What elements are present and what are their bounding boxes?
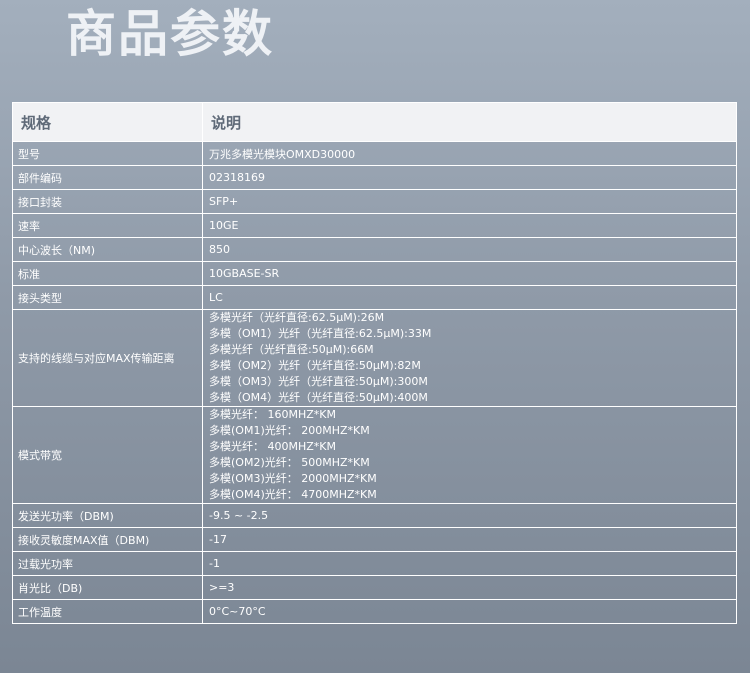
spec-table: 规格 说明 型号 万兆多模光模块OMXD30000 部件编码 02318169 … (12, 102, 737, 624)
row-label: 接头类型 (12, 285, 203, 310)
row-value: 10GBASE-SR (202, 261, 737, 286)
row-label: 型号 (12, 141, 203, 166)
value-line: 多模(OM4)光纤： 4700MHZ*KM (209, 488, 377, 501)
header-description: 说明 (202, 102, 737, 142)
row-value: 10GE (202, 213, 737, 238)
row-value: 0°C~70°C (202, 599, 737, 624)
table-row: 部件编码 02318169 (12, 165, 737, 190)
table-row: 发送光功率（DBM) -9.5 ~ -2.5 (12, 503, 737, 528)
row-value: 多模光纤： 160MHZ*KM 多模(OM1)光纤： 200MHZ*KM 多模光… (202, 406, 737, 504)
table-row: 接头类型 LC (12, 285, 737, 310)
row-label: 接收灵敏度MAX值（DBM) (12, 527, 203, 552)
value-line: 多模（OM4）光纤（光纤直径:50μM):400M (209, 391, 428, 404)
header-spec: 规格 (12, 102, 203, 142)
table-row: 型号 万兆多模光模块OMXD30000 (12, 141, 737, 166)
row-value: LC (202, 285, 737, 310)
page-title: 商品参数 (66, 5, 274, 63)
table-row: 中心波长（NM) 850 (12, 237, 737, 262)
table-row: 肖光比（DB) >=3 (12, 575, 737, 600)
value-line: 多模光纤（光纤直径:50μM):66M (209, 343, 374, 356)
table-row: 标准 10GBASE-SR (12, 261, 737, 286)
value-line: 多模(OM2)光纤： 500MHZ*KM (209, 456, 370, 469)
value-line: 多模光纤（光纤直径:62.5μM):26M (209, 311, 385, 324)
row-value: >=3 (202, 575, 737, 600)
row-label: 标准 (12, 261, 203, 286)
value-line: 多模（OM2）光纤（光纤直径:50μM):82M (209, 359, 421, 372)
value-line: 多模（OM1）光纤（光纤直径:62.5μM):33M (209, 327, 432, 340)
table-row: 工作温度 0°C~70°C (12, 599, 737, 624)
value-line: 多模（OM3）光纤（光纤直径:50μM):300M (209, 375, 428, 388)
row-label: 发送光功率（DBM) (12, 503, 203, 528)
table-row: 接收灵敏度MAX值（DBM) -17 (12, 527, 737, 552)
row-label: 支持的线缆与对应MAX传输距离 (12, 309, 203, 407)
row-value: 02318169 (202, 165, 737, 190)
table-row: 接口封装 SFP+ (12, 189, 737, 214)
row-label: 模式带宽 (12, 406, 203, 504)
table-row: 过载光功率 -1 (12, 551, 737, 576)
row-label: 速率 (12, 213, 203, 238)
value-line: 多模光纤： 160MHZ*KM (209, 408, 336, 421)
row-label: 中心波长（NM) (12, 237, 203, 262)
row-label: 肖光比（DB) (12, 575, 203, 600)
table-row: 支持的线缆与对应MAX传输距离 多模光纤（光纤直径:62.5μM):26M 多模… (12, 309, 737, 407)
value-line: 多模(OM3)光纤： 2000MHZ*KM (209, 472, 377, 485)
row-value: -1 (202, 551, 737, 576)
row-value: SFP+ (202, 189, 737, 214)
table-header-row: 规格 说明 (12, 102, 737, 142)
table-row: 速率 10GE (12, 213, 737, 238)
row-value: 万兆多模光模块OMXD30000 (202, 141, 737, 166)
row-value: 850 (202, 237, 737, 262)
row-value: -17 (202, 527, 737, 552)
table-row: 模式带宽 多模光纤： 160MHZ*KM 多模(OM1)光纤： 200MHZ*K… (12, 406, 737, 504)
row-label: 过载光功率 (12, 551, 203, 576)
value-line: 多模光纤： 400MHZ*KM (209, 440, 336, 453)
row-value: 多模光纤（光纤直径:62.5μM):26M 多模（OM1）光纤（光纤直径:62.… (202, 309, 737, 407)
row-label: 工作温度 (12, 599, 203, 624)
row-label: 接口封装 (12, 189, 203, 214)
row-value: -9.5 ~ -2.5 (202, 503, 737, 528)
row-label: 部件编码 (12, 165, 203, 190)
value-line: 多模(OM1)光纤： 200MHZ*KM (209, 424, 370, 437)
